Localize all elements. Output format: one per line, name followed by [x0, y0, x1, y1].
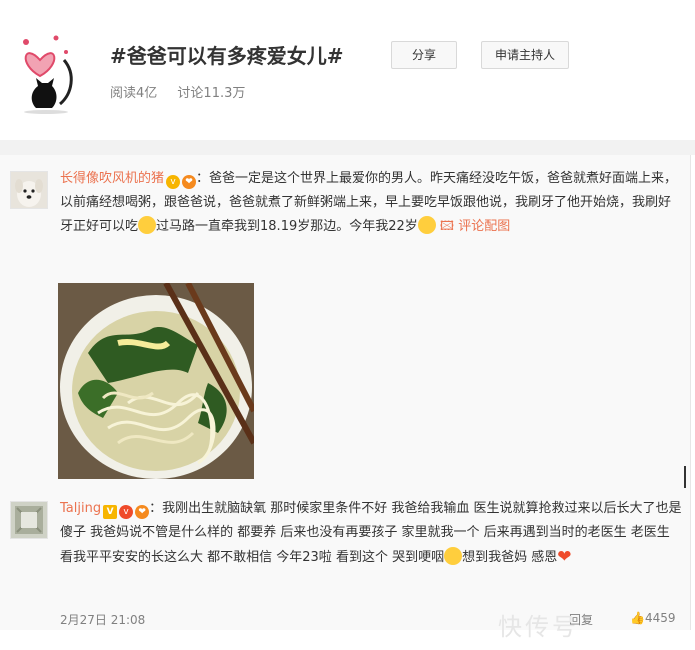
comment-body: 长得像吹风机的猪 v ❤ ：爸爸一定是这个世界上最爱你的男人。昨天痛经没吃午饭，爸爸就…: [60, 167, 682, 239]
comment-text-continued: 想到我爸妈 感恩: [462, 550, 558, 565]
read-count: 阅读4亿: [110, 86, 158, 101]
comment-body: Taljing Vv ❤ ：我刚出生就脑缺氧 那时候家里条件不好 我爸给我输血 医生说…: [60, 497, 682, 570]
comment-image-link-label[interactable]: 评论配图: [458, 219, 510, 234]
comment-text-continued: 过马路一直牵我到18.19岁那边。今年我22岁: [156, 219, 418, 234]
crying-face-icon: [444, 547, 463, 565]
fan-badge-icon[interactable]: ❤: [182, 175, 197, 189]
heart-icon: ❤: [557, 547, 572, 567]
comment-username[interactable]: 长得像吹风机的猪: [60, 171, 164, 186]
comment-photo-noodles[interactable]: [58, 283, 254, 479]
vip-badge-icon[interactable]: v: [166, 175, 181, 189]
topic-header: #爸爸可以有多疼爱女儿# 分享 申请主持人 阅读4亿 讨论11.3万: [0, 0, 695, 140]
apply-host-button[interactable]: 申请主持人: [481, 41, 569, 69]
comment-text: ：我刚出生就脑缺氧 那时候家里条件不好 我爸给我输血 医生说就算抢救过来以后长大…: [60, 501, 682, 565]
avatar[interactable]: [10, 171, 48, 209]
vip-badge-icon[interactable]: v: [119, 505, 134, 519]
topic-title: #爸爸可以有多疼爱女儿#: [110, 44, 344, 68]
avatar[interactable]: [10, 501, 48, 539]
like-count: 4459: [644, 611, 676, 625]
discussion-count: 讨论11.3万: [177, 86, 246, 101]
fan-badge-icon[interactable]: ❤: [135, 505, 150, 519]
image-icon: 🖾: [439, 219, 455, 234]
topic-stats: 阅读4亿 讨论11.3万: [110, 82, 261, 101]
watermark: 快传号: [498, 613, 579, 641]
verified-badge-icon[interactable]: V: [103, 505, 118, 519]
scrollbar-edge[interactable]: [684, 466, 686, 488]
like-button[interactable]: 👍4459: [630, 611, 676, 625]
section-divider: [0, 140, 695, 155]
bottom-strip: [0, 630, 695, 650]
comment-image-link[interactable]: 🖾 评论配图: [440, 219, 510, 234]
share-button[interactable]: 分享: [391, 41, 457, 69]
topic-logo-cat-heart-icon: [14, 30, 84, 115]
comment-username[interactable]: Taljing: [60, 501, 101, 516]
comment-feed: 长得像吹风机的猪 v ❤ ：爸爸一定是这个世界上最爱你的男人。昨天痛经没吃午饭，爸爸就…: [0, 155, 691, 630]
grin-face-icon: [417, 216, 436, 234]
shocked-face-icon: [138, 216, 157, 234]
like-icon: 👍: [630, 611, 645, 625]
comment-time: 2月27日 21:08: [60, 613, 146, 627]
